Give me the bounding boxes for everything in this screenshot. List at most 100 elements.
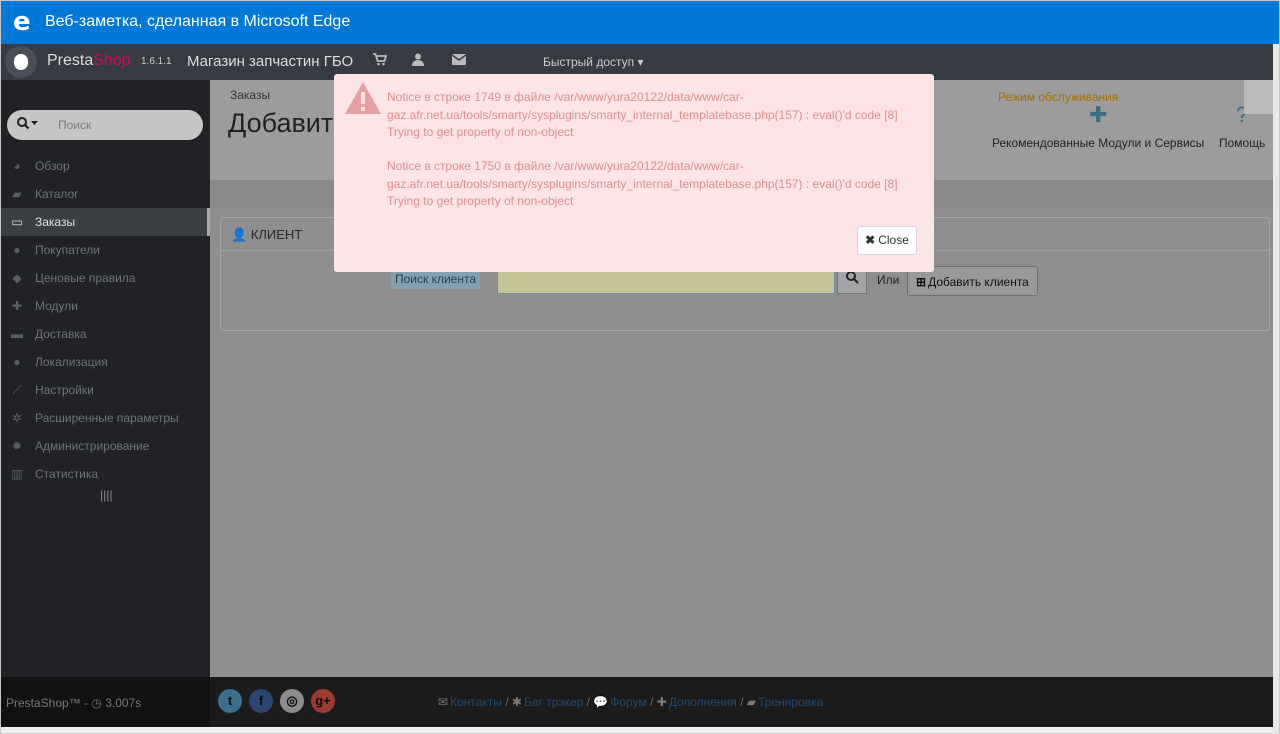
clock-icon: ◷ <box>91 696 102 710</box>
sidebar-item-label: Локализация <box>35 355 108 369</box>
puzzle-icon: ✚ <box>656 695 667 709</box>
sidebar-item-label: Ценовые правила <box>35 271 136 285</box>
footer-brand-area: PrestaShop™ - ◷ 3.007s <box>1 677 210 727</box>
footer-link-bug-tracker[interactable]: Баг трэкер <box>524 695 583 709</box>
sidebar-item-orders[interactable]: ▭ Заказы <box>1 208 210 236</box>
globe-icon: ● <box>13 355 21 369</box>
book-icon: ▰ <box>12 187 22 201</box>
edge-title-bar: e Веб-заметка, сделанная в Microsoft Edg… <box>1 1 1279 44</box>
avatar[interactable] <box>1244 80 1273 114</box>
envelope-icon[interactable] <box>451 53 467 68</box>
add-client-label: Добавить клиента <box>928 275 1029 289</box>
notice-message-2: Notice в строке 1750 в файле /var/www/yu… <box>387 159 898 208</box>
panel-title-text: КЛИЕНТ <box>250 227 303 242</box>
sidebar-item-label: Заказы <box>35 215 76 229</box>
footer-brand: PrestaShop™ - ◷ 3.007s <box>6 696 141 710</box>
credit-card-icon: ▭ <box>11 215 23 229</box>
tags-icon: ◆ <box>12 271 22 285</box>
user-icon: 👤 <box>231 227 248 242</box>
sidebar-item-label: Модули <box>35 299 78 313</box>
sidebar-item-customers[interactable]: ● Покупатели <box>1 236 210 264</box>
breadcrumb[interactable]: Заказы <box>230 88 270 102</box>
search-icon[interactable] <box>17 117 39 133</box>
plus-square-icon: ⊞ <box>916 275 927 289</box>
version-label: 1.6.1.1 <box>141 56 172 67</box>
close-label: Close <box>878 233 909 247</box>
store-name-link[interactable]: Магазин запчастин ГБО <box>187 53 353 70</box>
twitter-icon[interactable]: t <box>218 689 242 713</box>
envelope-icon: ✉ <box>438 695 449 709</box>
collapse-menu-icon[interactable]: |||| <box>100 488 112 502</box>
close-icon: ✖ <box>865 233 876 247</box>
edge-logo-icon: e <box>13 7 31 37</box>
sidebar-item-label: Доставка <box>35 327 87 341</box>
cogs-icon: ✲ <box>11 411 23 425</box>
error-notice-modal: Notice в строке 1749 в файле /var/www/yu… <box>334 74 934 272</box>
panel-title: 👤 КЛИЕНТ <box>231 227 302 243</box>
dashboard-icon: ◕ <box>13 159 21 173</box>
warning-icon <box>345 82 381 114</box>
search-input[interactable]: Поиск <box>58 118 91 132</box>
search-icon <box>845 271 859 284</box>
sidebar-item-administration[interactable]: ✹ Администрирование <box>1 432 210 460</box>
book-icon: ▰ <box>746 695 757 709</box>
toolbar-label: Рекомендованные Модули и Сервисы <box>992 136 1205 150</box>
quick-access-label: Быстрый доступ <box>543 55 635 69</box>
recommended-modules-button[interactable]: ✚ Рекомендованные Модули и Сервисы <box>992 102 1204 150</box>
close-button[interactable]: ✖ Close <box>857 226 917 255</box>
page-title: Добавит <box>228 108 334 138</box>
search-client-label: Поиск клиента <box>391 269 481 289</box>
cart-icon[interactable] <box>373 53 388 69</box>
brand-name[interactable]: PrestaShop <box>47 52 131 70</box>
footer-link-training[interactable]: Тренировка <box>758 695 823 709</box>
or-label: Или <box>877 273 900 287</box>
footer-links: ✉ Контакты / ✱ Баг трэкер / 💬 Форум / ✚ Допо… <box>438 695 824 709</box>
sidebar-item-label: Статистика <box>35 467 99 481</box>
bug-icon: ✱ <box>511 695 522 709</box>
comments-icon: 💬 <box>593 695 609 709</box>
page-scrollbar[interactable] <box>1273 44 1279 734</box>
sidebar-item-label: Покупатели <box>35 243 100 257</box>
caret-down-icon: ▾ <box>637 55 644 69</box>
footer-link-addons[interactable]: Дополнения <box>669 695 737 709</box>
sidebar-item-label: Каталог <box>35 187 79 201</box>
sidebar-item-shipping[interactable]: ▬ Доставка <box>1 320 210 348</box>
sidebar-item-label: Расширенные параметры <box>35 411 179 425</box>
toolbar-label: Помощь <box>1219 136 1266 150</box>
footer-brand-text: PrestaShop™ - <box>6 696 89 710</box>
cog-icon: ✹ <box>11 439 23 453</box>
sidebar-item-dashboard[interactable]: ◕ Обзор <box>1 152 210 180</box>
load-time: 3.007s <box>105 696 142 710</box>
user-icon[interactable] <box>412 53 424 69</box>
users-icon: ● <box>13 243 21 257</box>
quick-access-dropdown[interactable]: Быстрый доступ ▾ <box>543 55 644 69</box>
brand-shop: Shop <box>93 52 131 69</box>
sidebar-item-label: Настройки <box>35 383 94 397</box>
sidebar-menu: ◕ Обзор ▰ Каталог ▭ Заказы ● Покупатели ◆ Цен… <box>1 152 210 488</box>
sidebar-item-price-rules[interactable]: ◆ Ценовые правила <box>1 264 210 292</box>
sidebar-item-modules[interactable]: ✚ Модули <box>1 292 210 320</box>
sidebar-item-catalog[interactable]: ▰ Каталог <box>1 180 210 208</box>
puzzle-icon: ✚ <box>11 299 23 313</box>
google-plus-icon[interactable]: g+ <box>311 689 335 713</box>
sidebar-item-label: Обзор <box>35 159 70 173</box>
facebook-icon[interactable]: f <box>249 689 273 713</box>
github-icon[interactable]: ◎ <box>280 689 304 713</box>
bar-chart-icon: ▥ <box>11 467 23 481</box>
sidebar-item-stats[interactable]: ▥ Статистика <box>1 460 210 488</box>
sidebar-item-label: Администрирование <box>35 439 150 453</box>
sidebar-search[interactable]: Поиск <box>7 110 203 140</box>
sidebar-item-advanced[interactable]: ✲ Расширенные параметры <box>1 404 210 432</box>
notice-message-1: Notice в строке 1749 в файле /var/www/yu… <box>387 90 898 139</box>
prestashop-logo-icon[interactable] <box>5 46 37 78</box>
sidebar-item-localization[interactable]: ● Локализация <box>1 348 210 376</box>
footer-link-contacts[interactable]: Контакты <box>450 695 502 709</box>
sidebar-nav: Поиск ◕ Обзор ▰ Каталог ▭ Заказы ● Покупател… <box>1 80 210 677</box>
truck-icon: ▬ <box>11 327 23 341</box>
brand-presta: Presta <box>47 52 94 69</box>
footer-link-forum[interactable]: Форум <box>610 695 646 709</box>
wrench-icon: ⟋ <box>12 383 22 397</box>
puzzle-icon: ✚ <box>1088 102 1108 127</box>
sidebar-item-settings[interactable]: ⟋ Настройки <box>1 376 210 404</box>
window-title: Веб-заметка, сделанная в Microsoft Edge <box>45 13 351 30</box>
